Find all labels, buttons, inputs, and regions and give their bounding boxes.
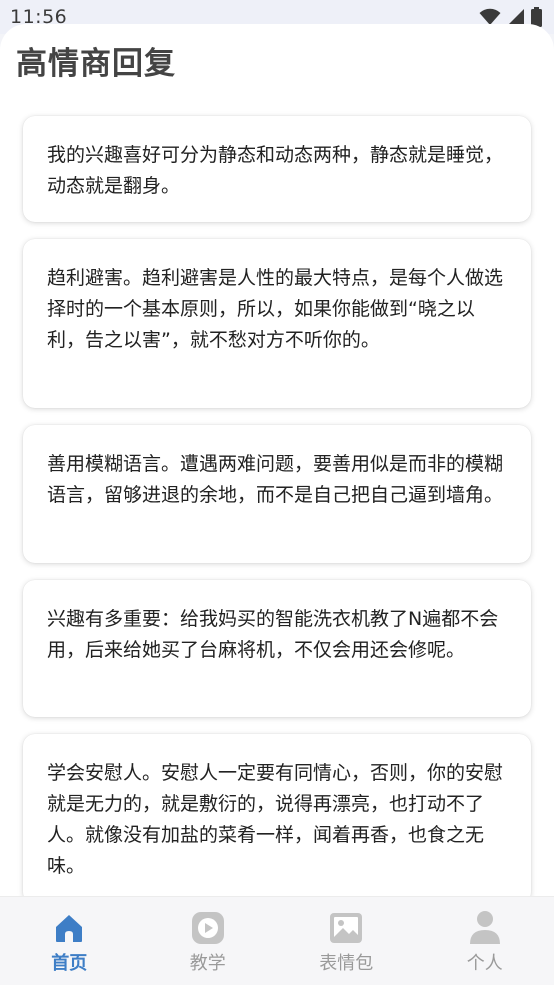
nav-item-teaching[interactable]: 教学 [139, 897, 278, 985]
reply-text: 善用模糊语言。遭遇两难问题，要善用似是而非的模糊语言，留够进退的余地，而不是自己… [47, 449, 507, 511]
nav-label-stickers: 表情包 [319, 949, 373, 975]
reply-card[interactable]: 善用模糊语言。遭遇两难问题，要善用似是而非的模糊语言，留够进退的余地，而不是自己… [23, 425, 531, 563]
bottom-nav: 首页 教学 表情包 个人 [0, 896, 554, 985]
reply-card[interactable]: 学会安慰人。安慰人一定要有同情心，否则，你的安慰就是无力的，就是敷衍的，说得再漂… [23, 734, 531, 904]
nav-label-home: 首页 [51, 949, 87, 975]
home-icon [52, 911, 86, 945]
nav-item-home[interactable]: 首页 [0, 897, 139, 985]
reply-text: 兴趣有多重要：给我妈买的智能洗衣机教了N遍都不会用，后来给她买了台麻将机，不仅会… [47, 604, 507, 666]
page-title: 高情商回复 [16, 38, 176, 83]
reply-card[interactable]: 兴趣有多重要：给我妈买的智能洗衣机教了N遍都不会用，后来给她买了台麻将机，不仅会… [23, 580, 531, 717]
nav-label-teaching: 教学 [190, 949, 226, 975]
nav-label-profile: 个人 [467, 949, 503, 975]
person-icon [468, 911, 502, 945]
reply-text: 我的兴趣喜好可分为静态和动态两种，静态就是睡觉，动态就是翻身。 [47, 140, 507, 202]
play-icon [191, 911, 225, 945]
reply-text: 趋利避害。趋利避害是人性的最大特点，是每个人做选择时的一个基本原则，所以，如果你… [47, 263, 507, 356]
nav-item-profile[interactable]: 个人 [416, 897, 554, 985]
nav-item-stickers[interactable]: 表情包 [277, 897, 416, 985]
reply-text: 学会安慰人。安慰人一定要有同情心，否则，你的安慰就是无力的，就是敷衍的，说得再漂… [47, 758, 507, 882]
reply-card[interactable]: 趋利避害。趋利避害是人性的最大特点，是每个人做选择时的一个基本原则，所以，如果你… [23, 239, 531, 408]
image-icon [329, 911, 363, 945]
reply-card[interactable]: 我的兴趣喜好可分为静态和动态两种，静态就是睡觉，动态就是翻身。 [23, 116, 531, 222]
